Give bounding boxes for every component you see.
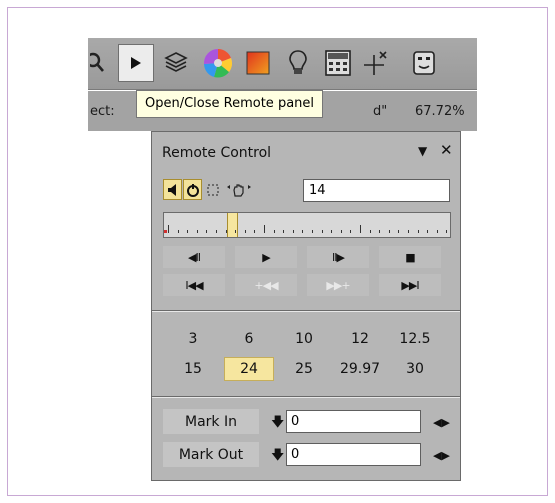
timeline-tick [312,230,313,233]
timeline-tick [292,230,294,233]
timeline-tick [196,230,198,233]
timeline-tick [340,230,342,233]
timeline-tick [235,230,237,233]
timeline-tick [177,230,179,233]
magnifier-icon[interactable] [88,44,112,82]
fast-forward-plus-button[interactable]: ▶▶+ [307,274,369,296]
tooltip: Open/Close Remote panel [136,90,324,118]
timeline-tick [427,230,429,233]
step-back-button[interactable]: ◀II [163,246,225,268]
color-wheel-icon[interactable] [200,44,236,82]
fps-option[interactable]: 3 [168,327,218,351]
speaker-icon[interactable] [163,179,182,200]
loop-icon[interactable] [183,179,202,200]
mark-out-button[interactable]: Mark Out [163,442,259,467]
mark-in-field[interactable] [286,410,421,433]
timeline-tick [398,230,400,233]
timeline-tick [283,230,285,233]
timeline-tick [225,230,227,233]
fps-option[interactable]: 12 [335,327,385,351]
timeline-tick [302,230,304,233]
rewind-plus-button[interactable]: +◀◀ [235,274,297,296]
zoom-percent: 67.72% [415,104,465,119]
timeline-tick [360,225,361,233]
divider [152,311,460,312]
timeline-tick [379,230,381,233]
mark-in-button[interactable]: Mark In [163,409,259,434]
timeline-tick [264,225,265,233]
remote-control-panel: Remote Control ▼ ✕ ◀II ▶ II▶ ■ I◀◀ +◀◀ ▶… [151,131,461,481]
fps-option[interactable]: 25 [279,357,329,381]
lightbulb-icon[interactable] [280,44,316,82]
panel-menu-icon[interactable]: ▼ [418,144,427,158]
timeline-slider[interactable] [163,212,451,238]
fit-selection-icon[interactable] [203,179,222,200]
status-left-text: ect: [90,104,115,119]
main-toolbar [88,38,477,90]
timeline-tick [273,230,275,233]
crosshair-icon[interactable] [358,44,394,82]
fps-option[interactable]: 30 [390,357,440,381]
fps-option[interactable]: 6 [224,327,274,351]
timeline-tick [187,230,189,233]
fps-option[interactable]: 12.5 [390,327,440,351]
timeline-tick [168,225,169,233]
timeline-tick [216,230,217,233]
calculator-icon[interactable] [320,44,356,82]
status-mid-text: d" [373,104,388,119]
play-icon [131,57,141,69]
fps-option-selected[interactable]: 24 [224,357,274,381]
hand-scrub-icon[interactable] [226,179,252,200]
close-icon[interactable]: ✕ [440,141,453,159]
timeline-tick [244,230,246,233]
timeline-tick [254,230,256,233]
timeline-tick [417,230,419,233]
go-to-start-button[interactable]: I◀◀ [163,274,225,296]
timeline-tick [446,230,448,233]
mark-out-field[interactable] [286,443,421,466]
mask-icon[interactable] [406,44,442,82]
fps-option[interactable]: 15 [168,357,218,381]
go-to-end-button[interactable]: ▶▶I [379,274,441,296]
layers-icon[interactable] [158,44,194,82]
mark-in-nav-icon[interactable]: ◀▶ [433,416,450,429]
timeline-tick [436,230,438,233]
mark-out-nav-icon[interactable]: ◀▶ [433,449,450,462]
frame-input[interactable] [303,179,450,202]
set-mark-out-icon[interactable]: 🡇 [271,446,284,468]
timeline-tick [350,230,352,233]
timeline-tick [408,230,409,233]
timeline-tick [388,230,390,233]
timeline-tick [369,230,371,233]
set-mark-in-icon[interactable]: 🡇 [271,413,284,435]
timeline-start-marker [164,230,167,233]
fps-option[interactable]: 29.97 [335,357,385,381]
timeline-playhead[interactable] [227,213,238,237]
timeline-tick [321,230,323,233]
play-button[interactable]: ▶ [235,246,297,268]
remote-panel-button[interactable] [118,44,154,82]
timeline-tick [331,230,333,233]
gradient-swatch-icon[interactable] [240,44,276,82]
divider [152,397,460,398]
stop-button[interactable]: ■ [379,246,441,268]
step-forward-button[interactable]: II▶ [307,246,369,268]
panel-title: Remote Control [162,145,272,161]
timeline-tick [206,230,208,233]
fps-option[interactable]: 10 [279,327,329,351]
